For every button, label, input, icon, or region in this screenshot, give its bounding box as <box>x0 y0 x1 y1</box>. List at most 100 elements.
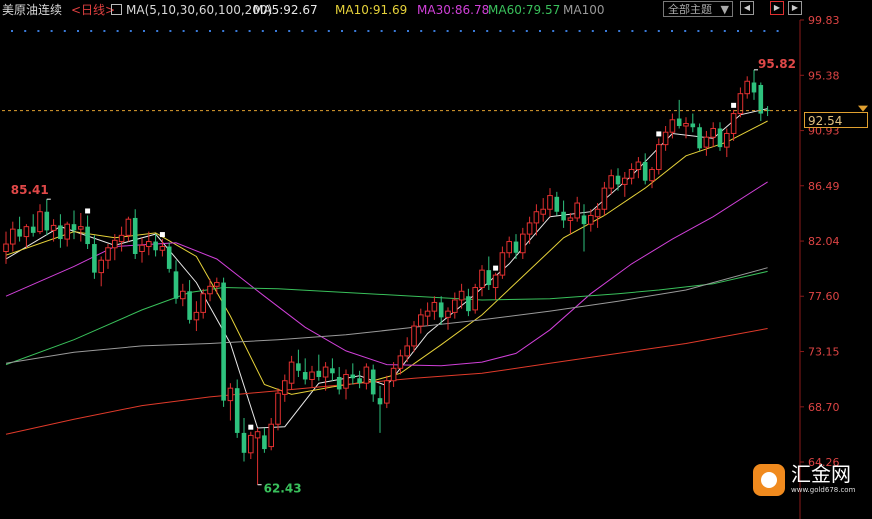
candle-body-up <box>683 123 689 127</box>
candle-body-up <box>139 244 145 253</box>
candle-body-down <box>350 374 356 379</box>
candle <box>390 362 397 387</box>
candle-body-down <box>262 435 267 450</box>
theme-dropdown[interactable]: 全部主题 ▼ <box>663 1 733 17</box>
candle <box>248 431 254 460</box>
candle <box>23 224 30 248</box>
top-dot <box>499 30 502 32</box>
candle-body-up <box>479 269 485 289</box>
candle <box>180 283 186 307</box>
candle <box>717 122 723 151</box>
candle-body-up <box>322 366 329 378</box>
top-dot <box>63 30 66 32</box>
candle-body-down <box>187 291 192 320</box>
current-price-arrow <box>858 105 868 112</box>
candle <box>193 301 200 332</box>
candle <box>466 288 471 317</box>
candle <box>58 214 63 248</box>
top-dot <box>539 30 541 32</box>
candle-body-down <box>438 302 444 318</box>
candle-body-up <box>730 113 737 134</box>
candle <box>452 292 458 319</box>
candle <box>30 214 36 237</box>
y-axis: 99.8395.3890.9386.4982.0477.6073.1568.70… <box>800 14 840 469</box>
ma-line-ma10 <box>5 120 768 395</box>
candle-body-up <box>567 217 574 221</box>
period-selector[interactable]: <日线> <box>71 0 115 20</box>
top-dot <box>77 30 79 32</box>
top-dot <box>407 30 409 32</box>
candle <box>744 76 751 99</box>
top-dot <box>552 30 555 32</box>
candle-body-down <box>690 123 696 128</box>
top-dot <box>525 30 528 32</box>
candle <box>187 280 192 324</box>
top-dot <box>209 30 211 32</box>
candle <box>690 113 696 133</box>
candle-body-up <box>506 241 512 254</box>
candle <box>316 354 322 381</box>
candle <box>98 256 105 287</box>
top-dot <box>50 30 53 32</box>
candle-body-down <box>513 241 519 253</box>
top-dotted-markers <box>11 30 779 32</box>
candle-body-up <box>227 387 234 402</box>
candle <box>118 226 125 252</box>
logo-name: 汇金网 <box>791 462 851 486</box>
candle-body-up <box>458 290 465 301</box>
top-dot <box>367 30 370 32</box>
top-dot <box>327 30 330 32</box>
candle <box>288 355 295 390</box>
candle <box>574 196 581 222</box>
candle-body-down <box>30 226 36 233</box>
candle-body-down <box>676 118 682 126</box>
top-dot <box>644 30 647 32</box>
ma-settings-icon[interactable] <box>111 4 122 15</box>
candle-body-up <box>125 218 132 236</box>
top-dot <box>275 30 277 32</box>
candle <box>221 277 226 407</box>
top-dot <box>341 30 343 32</box>
top-dot <box>116 30 119 32</box>
top-dot <box>129 30 132 32</box>
candle-body-down <box>581 215 587 225</box>
logo-url: www.gold678.com <box>791 486 856 494</box>
candle-body-up <box>703 136 710 148</box>
chevron-down-icon: ▼ <box>720 3 729 16</box>
candle <box>105 244 111 269</box>
candle-body-down <box>44 211 50 231</box>
ma-line-ma30 <box>5 181 768 367</box>
fast-forward-icon[interactable]: ▶ <box>788 1 802 15</box>
play-icon[interactable]: ▶ <box>770 1 784 15</box>
candle-body-down <box>241 432 247 453</box>
candle-body-up <box>628 168 635 179</box>
candle <box>486 256 492 291</box>
top-dot <box>486 30 489 32</box>
candle-body-up <box>710 127 717 138</box>
ma-indicator-label[interactable]: MA(5,10,30,60,100,200) <box>126 0 272 20</box>
candle-body-down <box>758 84 764 114</box>
y-tick-label: 86.49 <box>808 180 840 193</box>
candle-body-down <box>642 162 648 181</box>
candle <box>71 210 77 240</box>
candle-body-up <box>50 224 57 231</box>
candle <box>200 288 206 319</box>
candle <box>262 427 267 453</box>
candle <box>241 418 247 462</box>
candle <box>411 321 417 353</box>
high-right-label: 95.82 <box>758 57 796 71</box>
y-tick-label: 77.60 <box>808 290 840 303</box>
candle <box>78 212 84 242</box>
candle <box>642 153 648 185</box>
candle <box>506 236 512 258</box>
candle-body-up <box>363 366 370 384</box>
step-back-icon[interactable]: ◀ <box>740 1 754 15</box>
y-tick-label: 95.38 <box>808 69 840 82</box>
top-dot <box>182 30 185 32</box>
candle <box>44 199 50 236</box>
top-dot <box>143 30 145 32</box>
candle-body-up <box>431 301 438 312</box>
candle-body-up <box>540 208 547 215</box>
candle-body-up <box>10 228 16 245</box>
instrument-title[interactable]: 美原油连续 <box>2 0 62 20</box>
